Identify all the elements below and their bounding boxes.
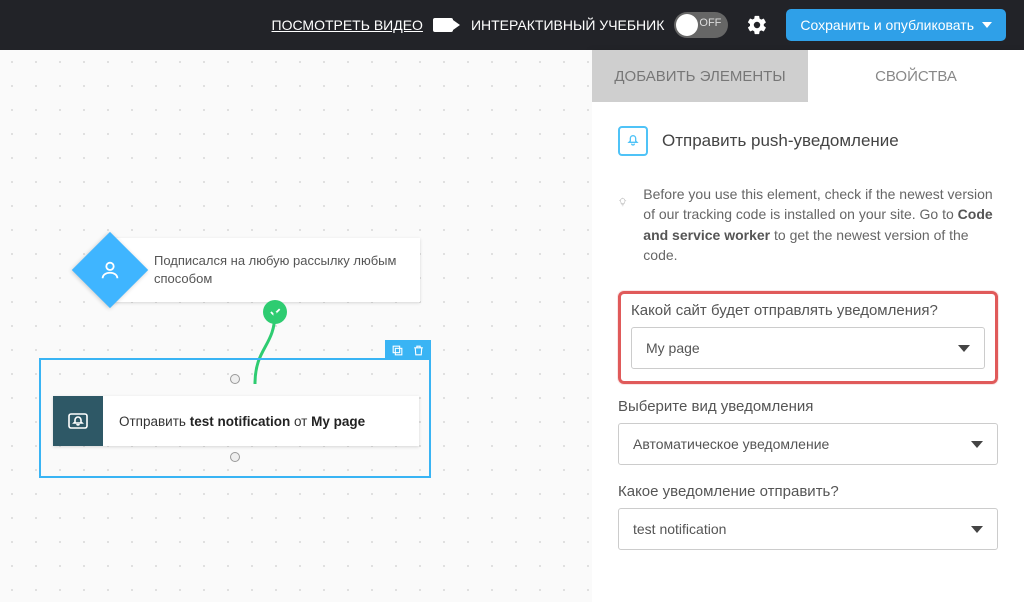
chevron-down-icon <box>958 345 970 352</box>
connector-dot-bottom[interactable] <box>230 452 240 462</box>
tab-add-elements[interactable]: ДОБАВИТЬ ЭЛЕМЕНТЫ <box>592 50 808 102</box>
trigger-text: Подписался на любую рассылку любым спосо… <box>154 252 406 287</box>
settings-icon[interactable] <box>746 14 768 36</box>
action-node-text: Отправить test notification от My page <box>103 414 365 429</box>
bell-box-icon <box>618 126 648 156</box>
publish-button[interactable]: Сохранить и опубликовать <box>786 9 1006 41</box>
tutorial-label: ИНТЕРАКТИВНЫЙ УЧЕБНИК <box>471 17 664 33</box>
field-type-label: Выберите вид уведомления <box>618 398 998 415</box>
field-which-label: Какое уведомление отправить? <box>618 483 998 500</box>
workflow-canvas[interactable]: Подписался на любую рассылку любым спосо… <box>0 50 592 602</box>
video-camera-icon <box>433 18 453 32</box>
notification-type-select[interactable]: Автоматическое уведомление <box>618 423 998 465</box>
notification-select[interactable]: test notification <box>618 508 998 550</box>
field-site-label: Какой сайт будет отправлять уведомления? <box>631 302 985 319</box>
chevron-down-icon <box>982 22 992 28</box>
panel-title: Отправить push-уведомление <box>662 131 899 151</box>
top-toolbar: ПОСМОТРЕТЬ ВИДЕО ИНТЕРАКТИВНЫЙ УЧЕБНИК O… <box>0 0 1024 50</box>
properties-panel: ДОБАВИТЬ ЭЛЕМЕНТЫ СВОЙСТВА Отправить pus… <box>592 50 1024 602</box>
site-select[interactable]: My page <box>631 327 985 369</box>
trigger-diamond-icon <box>72 232 148 308</box>
duplicate-icon[interactable] <box>391 344 404 357</box>
info-hint: Before you use this element, check if th… <box>618 184 998 265</box>
action-node[interactable]: Отправить test notification от My page <box>53 396 419 446</box>
connector-dot-top[interactable] <box>230 374 240 384</box>
lightbulb-icon <box>618 188 627 216</box>
trigger-node[interactable]: Подписался на любую рассылку любым спосо… <box>110 238 420 302</box>
tutorial-toggle[interactable]: OFF <box>674 12 728 38</box>
chevron-down-icon <box>971 526 983 533</box>
selected-node-frame[interactable]: Отправить test notification от My page <box>39 358 431 478</box>
watch-video-link[interactable]: ПОСМОТРЕТЬ ВИДЕО <box>272 17 423 33</box>
node-toolbar <box>385 340 431 360</box>
field-site-highlight: Какой сайт будет отправлять уведомления?… <box>618 291 998 384</box>
delete-icon[interactable] <box>412 344 425 357</box>
push-notification-icon <box>53 396 103 446</box>
chevron-down-icon <box>971 441 983 448</box>
tab-properties[interactable]: СВОЙСТВА <box>808 50 1024 102</box>
